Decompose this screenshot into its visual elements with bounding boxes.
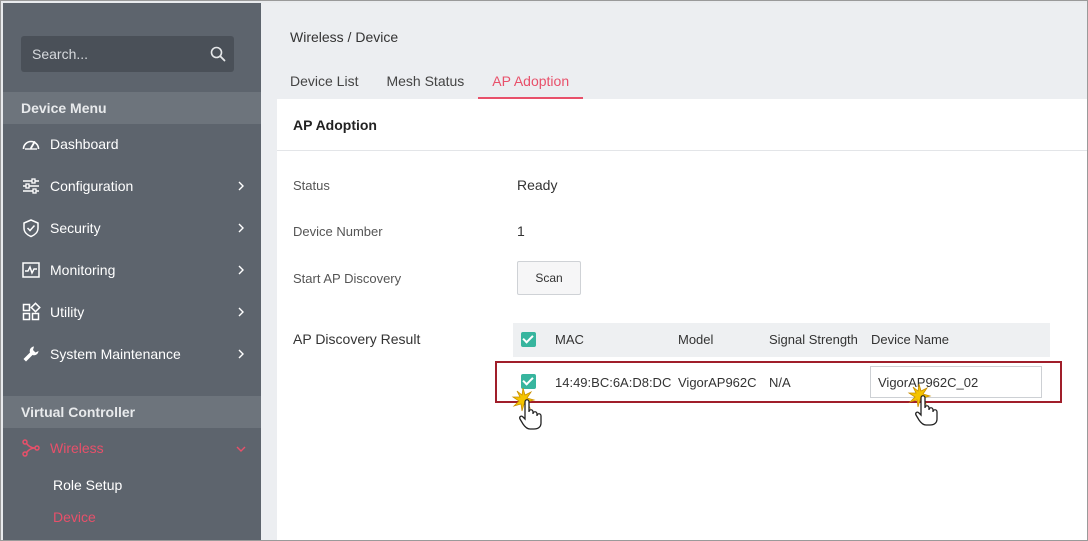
sidebar-subitem-role-setup[interactable]: Role Setup [53,477,122,493]
sidebar-item-security[interactable]: Security [3,208,261,248]
tab-ap-adoption[interactable]: AP Adoption [478,63,584,99]
sidebar-item-label: Utility [50,304,85,320]
column-header-signal: Signal Strength [769,332,858,347]
app-window: Device Menu Dashboard Configuration [0,0,1088,541]
monitor-chart-icon [22,262,40,278]
sidebar-item-wireless[interactable]: Wireless [3,428,261,468]
breadcrumb: Wireless / Device [290,29,399,45]
sliders-icon [23,178,39,194]
table-header: MAC Model Signal Strength Device Name [513,323,1050,357]
pointer-hand-icon [511,387,542,430]
sidebar-item-label: Monitoring [50,262,116,278]
sidebar: Device Menu Dashboard Configuration [3,3,261,540]
discovery-result-label: AP Discovery Result [293,331,421,347]
sidebar-item-label: Dashboard [50,136,119,152]
tab-device-list[interactable]: Device List [290,63,372,99]
sidebar-item-dashboard[interactable]: Dashboard [3,124,261,164]
model-cell: VigorAP962C [678,375,757,390]
sidebar-item-utility[interactable]: Utility [3,292,261,332]
pointer-hand-icon [907,383,938,426]
status-label: Status [293,178,330,193]
column-header-mac: MAC [555,332,584,347]
grid-tools-icon [22,302,41,321]
sidebar-item-label: Wireless [50,440,104,456]
speedometer-icon [22,140,40,150]
main-content: Wireless / Device Device List Mesh Statu… [261,3,1087,540]
wrench-icon [23,346,39,362]
sidebar-item-label: System Maintenance [50,346,181,362]
tab-bar: Device List Mesh Status AP Adoption [290,63,597,99]
panel-title: AP Adoption [277,99,1087,151]
device-number-label: Device Number [293,224,383,239]
signal-cell: N/A [769,375,791,390]
status-value: Ready [517,177,558,193]
start-discovery-label: Start AP Discovery [293,271,402,286]
device-number-value: 1 [517,223,525,239]
column-header-model: Model [678,332,714,347]
search-icon[interactable] [210,46,226,62]
sidebar-item-label: Configuration [50,178,134,194]
search-input[interactable] [21,36,201,72]
column-header-device-name: Device Name [871,332,950,347]
search-box [21,36,234,72]
tab-mesh-status[interactable]: Mesh Status [386,63,478,99]
device-name-input[interactable] [870,366,1042,398]
chevron-right-icon [238,349,244,359]
select-all-checkbox[interactable] [521,332,536,347]
scan-button[interactable]: Scan [517,261,581,295]
virtual-controller-title: Virtual Controller [3,396,261,428]
sidebar-item-monitoring[interactable]: Monitoring [3,250,261,290]
chevron-right-icon [238,223,244,233]
ap-adoption-panel: AP Adoption Status Ready Device Number 1… [277,99,1087,540]
chevron-right-icon [238,307,244,317]
chevron-right-icon [238,181,244,191]
sidebar-item-system-maintenance[interactable]: System Maintenance [3,334,261,374]
sidebar-item-configuration[interactable]: Configuration [3,166,261,206]
table-row: 14:49:BC:6A:D8:DC VigorAP962C N/A [495,361,1062,403]
mac-cell: 14:49:BC:6A:D8:DC [555,375,672,390]
chevron-down-icon [236,446,246,452]
sidebar-subitem-device[interactable]: Device [53,509,96,525]
sidebar-item-label: Security [50,220,101,236]
network-branch-icon [22,439,40,457]
device-menu-title: Device Menu [3,92,261,124]
shield-icon [23,219,39,238]
chevron-right-icon [238,265,244,275]
